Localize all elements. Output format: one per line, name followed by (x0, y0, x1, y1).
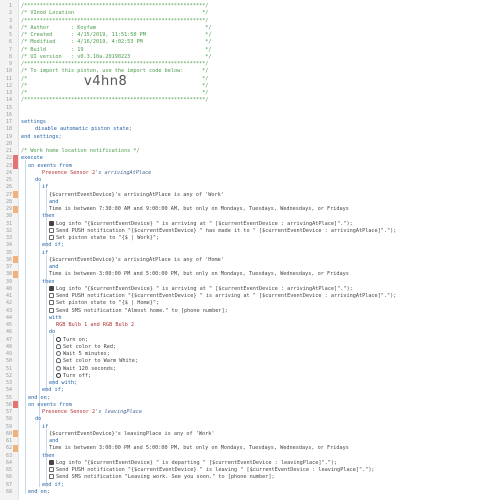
power-icon (56, 336, 61, 342)
statement-text: Set color to Warm White; (63, 358, 138, 365)
bulb-icon (56, 343, 61, 349)
code-line[interactable]: 68 end on; (0, 488, 477, 496)
statement-text: Log info "{$currentEventDevice} " is arr… (56, 220, 353, 227)
statement-text: Send SMS notification "Leaving work. See… (56, 474, 275, 481)
notification-icon (49, 293, 54, 298)
import-code: v4hn8 (84, 74, 128, 89)
power-icon (56, 372, 61, 378)
clock-icon (56, 351, 61, 356)
code-keyword: end on; (28, 488, 50, 495)
notification-icon (49, 474, 54, 480)
statement-text: Set piston state to "{$ | Work}"; (56, 235, 160, 241)
code-editor[interactable]: 1/**************************************… (0, 0, 477, 500)
statement-text: Wait 5 minutes; (63, 351, 110, 357)
statement-text: Turn on; (63, 336, 88, 343)
lock-icon (49, 459, 54, 465)
lock-icon (49, 285, 54, 291)
device-attribute: 's leavingPlace (95, 409, 142, 415)
device-name[interactable]: Presence Sensor 2 (42, 409, 95, 415)
clock-icon (56, 365, 61, 371)
line-number: 68 (5, 488, 12, 495)
statement-text: Turn off; (63, 372, 92, 379)
statement-text: Wait 120 seconds; (63, 365, 117, 372)
lock-icon (49, 220, 54, 226)
statement-text: Send PUSH notification "{$currentEventDe… (56, 227, 397, 234)
statement-text: Log info "{$currentEventDevice} " is dep… (56, 459, 338, 466)
gear-icon (49, 300, 54, 306)
notification-icon (49, 467, 54, 472)
statement-text: Send PUSH notification "{$currentEventDe… (56, 467, 375, 473)
statement-text: Set color to Red; (63, 343, 117, 350)
device-name[interactable]: RGB Bulb 1 and RGB Bulb 2 (56, 322, 134, 328)
device-name[interactable]: Presence Sensor 2 (42, 170, 95, 176)
statement-text: Set piston state to "{$ | Home}"; (56, 300, 160, 307)
notification-icon (49, 227, 54, 233)
statement-text: Log info "{$currentEventDevice} " is arr… (56, 285, 353, 292)
notification-icon (49, 307, 54, 313)
bulb-icon (56, 358, 61, 364)
gear-icon (49, 235, 54, 240)
statement-text: Send SMS notification "Almost home." to … (56, 307, 228, 314)
statement-text: Send PUSH notification "{$currentEventDe… (56, 293, 397, 299)
device-attribute: 's arrivingAtPlace (95, 169, 152, 176)
